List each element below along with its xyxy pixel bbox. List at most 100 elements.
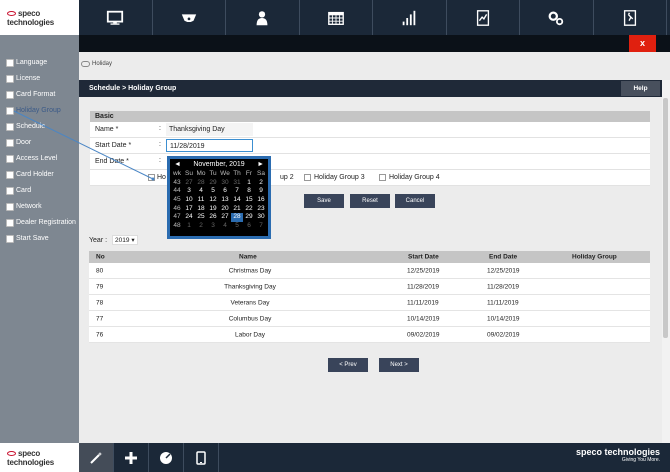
wizard-button[interactable] [79,443,114,472]
calendar-day[interactable]: 8 [243,187,255,196]
calendar-day[interactable]: 5 [231,222,243,231]
report-button[interactable] [447,0,520,35]
calendar-day[interactable]: 5 [207,187,219,196]
sidebar-item-card-holder[interactable]: Card Holder [6,169,54,180]
calendar-day[interactable]: 29 [243,213,255,222]
checkbox[interactable] [6,234,14,243]
prev-page-button[interactable]: < Prev [328,358,368,372]
mobile-button[interactable] [184,443,219,472]
checkbox[interactable] [6,58,14,67]
sidebar-item-holiday-group[interactable]: Holiday Group [6,105,61,116]
next-month-button[interactable]: ► [257,161,264,168]
year-select[interactable]: 2019 ▾ [112,235,139,245]
add-button[interactable] [114,443,149,472]
calendar-day[interactable]: 28 [195,179,207,188]
calendar-day[interactable]: 3 [183,187,195,196]
calendar-day[interactable]: 30 [255,213,267,222]
sidebar-item-door[interactable]: Door [6,137,31,148]
calendar-day[interactable]: 17 [183,205,195,214]
calendar-day[interactable]: 22 [243,205,255,214]
checkbox[interactable] [379,174,386,181]
dashboard-button[interactable] [149,443,184,472]
sidebar-item-start-save[interactable]: Start Save [6,233,49,244]
scroll-thumb[interactable] [663,98,668,338]
checkbox[interactable] [6,154,14,163]
calendar-day[interactable]: 2 [255,179,267,188]
save-button[interactable]: Save [304,194,344,208]
calendar-day[interactable]: 21 [231,205,243,214]
calendar-day[interactable]: 4 [219,222,231,231]
calendar-day[interactable]: 12 [207,196,219,205]
calendar-day[interactable]: 31 [231,179,243,188]
calendar-day[interactable]: 27 [183,179,195,188]
start-date-field[interactable]: 11/28/2019 [166,139,253,152]
calendar-day[interactable]: 30 [219,179,231,188]
calendar-day[interactable]: 29 [207,179,219,188]
sidebar-item-license[interactable]: License [6,73,40,84]
checkbox[interactable] [6,218,14,227]
calendar-day[interactable]: 13 [219,196,231,205]
calendar-day[interactable]: 9 [255,187,267,196]
checkbox[interactable] [6,202,14,211]
calendar-day[interactable]: 19 [207,205,219,214]
table-row[interactable]: 77 Columbus Day 10/14/2019 10/14/2019 [89,311,650,327]
user-button[interactable] [226,0,300,35]
sidebar-item-network[interactable]: Network [6,201,42,212]
settings-button[interactable] [520,0,594,35]
calendar-day[interactable]: 1 [183,222,195,231]
sidebar-item-dealer-registration[interactable]: Dealer Registration [6,217,76,228]
checkbox[interactable] [304,174,311,181]
checkbox[interactable] [6,74,14,83]
table-row[interactable]: 79 Thanksgiving Day 11/28/2019 11/28/201… [89,279,650,295]
prev-month-button[interactable]: ◄ [174,161,181,168]
checkbox[interactable] [148,174,155,181]
table-row[interactable]: 80 Christmas Day 12/25/2019 12/25/2019 [89,263,650,279]
camera-button[interactable] [153,0,226,35]
statistics-button[interactable] [373,0,447,35]
calendar-day[interactable]: 24 [183,213,195,222]
holiday-group-4[interactable]: Holiday Group 4 [379,174,440,181]
calendar-day[interactable]: 7 [231,187,243,196]
sidebar-item-schedule[interactable]: Schedule [6,121,45,132]
calendar-day[interactable]: 18 [195,205,207,214]
checkbox[interactable] [6,138,14,147]
calendar-day[interactable]: 23 [255,205,267,214]
next-page-button[interactable]: Next > [379,358,419,372]
sidebar-item-language[interactable]: Language [6,57,47,68]
calendar-day[interactable]: 16 [255,196,267,205]
calendar-day[interactable]: 6 [219,187,231,196]
cancel-button[interactable]: Cancel [395,194,435,208]
scrollbar[interactable] [662,80,670,443]
help-button[interactable]: Help [621,81,660,96]
close-button[interactable]: x [629,35,656,52]
calendar-day[interactable]: 14 [231,196,243,205]
calendar-day[interactable]: 15 [243,196,255,205]
calendar-day[interactable]: 3 [207,222,219,231]
sidebar-item-access-level[interactable]: Access Level [6,153,57,164]
reset-button[interactable]: Reset [350,194,390,208]
sidebar-item-card[interactable]: Card [6,185,31,196]
exit-button[interactable] [594,0,667,35]
sidebar-item-card-format[interactable]: Card Format [6,89,55,100]
table-row[interactable]: 78 Veterans Day 11/11/2019 11/11/2019 [89,295,650,311]
checkbox[interactable] [6,122,14,131]
calendar-day[interactable]: 7 [255,222,267,231]
calendar-day[interactable]: 2 [195,222,207,231]
calendar-day[interactable]: 10 [183,196,195,205]
calendar-day[interactable]: 26 [207,213,219,222]
checkbox[interactable] [6,186,14,195]
table-row[interactable]: 76 Labor Day 09/02/2019 09/02/2019 [89,327,650,343]
calendar-day[interactable]: 1 [243,179,255,188]
calendar-day[interactable]: 20 [219,205,231,214]
checkbox[interactable] [6,170,14,179]
schedule-button[interactable] [300,0,373,35]
calendar-day[interactable]: 11 [195,196,207,205]
calendar-day[interactable]: 25 [195,213,207,222]
calendar-day[interactable]: 4 [195,187,207,196]
holiday-group-1[interactable]: Ho [148,174,166,181]
checkbox[interactable] [6,90,14,99]
calendar-day[interactable]: 27 [219,213,231,222]
monitor-button[interactable] [79,0,153,35]
calendar-day[interactable]: 6 [243,222,255,231]
name-field[interactable]: Thanksgiving Day [166,123,253,136]
